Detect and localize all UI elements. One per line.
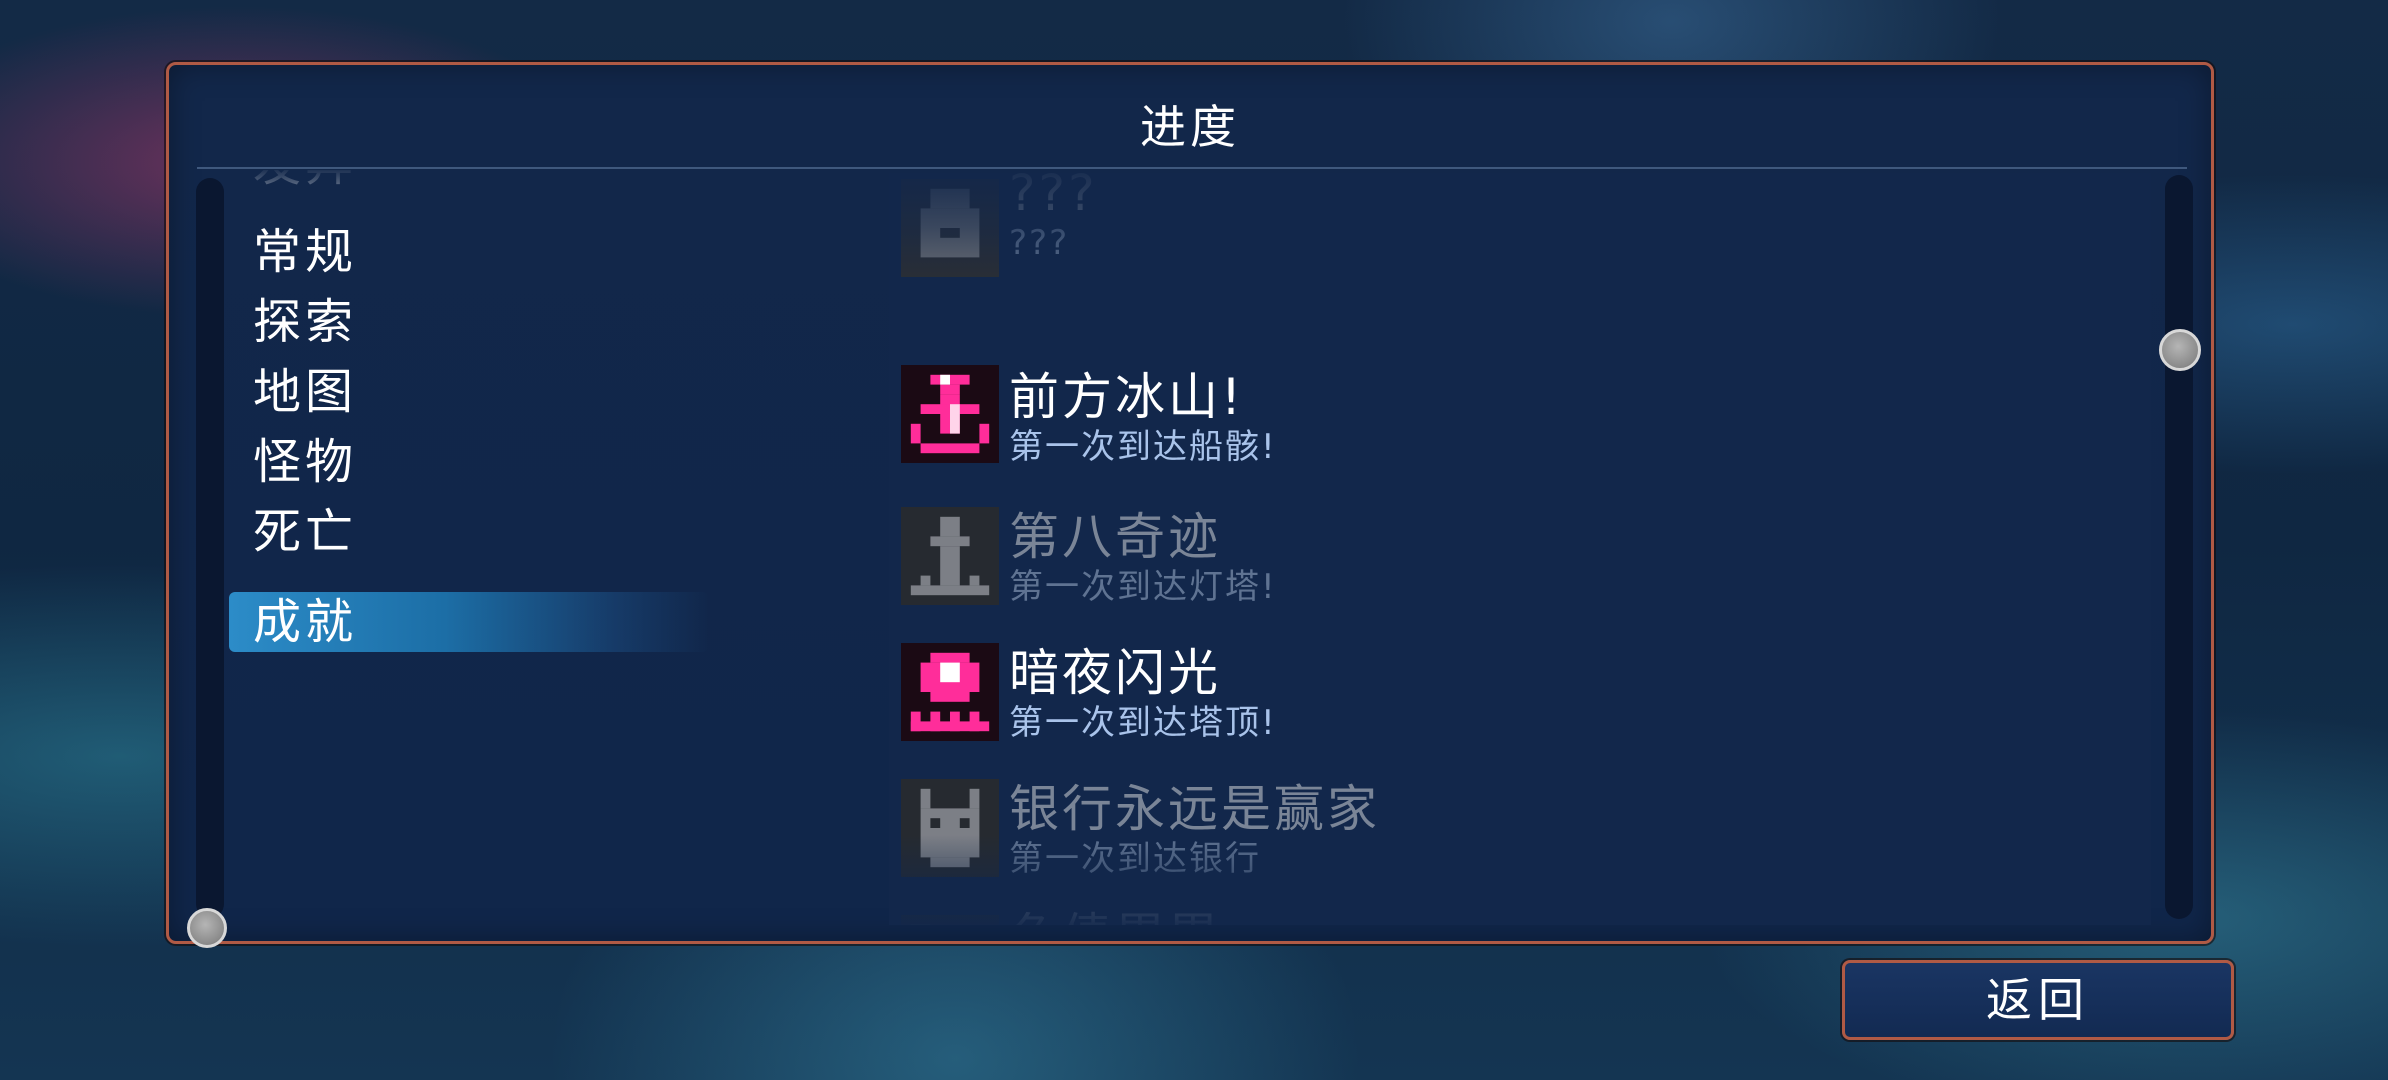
- achievement-title: ???: [1009, 173, 1098, 222]
- achievement-description: 第一次到达灯塔!: [1009, 567, 1277, 607]
- achievement-row[interactable]: 暗夜闪光 第一次到达塔顶!: [889, 643, 2089, 779]
- achievement-title: 负债累累: [1009, 907, 1221, 925]
- achievement-description: 第一次到达船骸!: [1009, 427, 1277, 467]
- locked-chest-icon: [901, 179, 999, 277]
- achievement-title: 暗夜闪光: [1009, 644, 1221, 702]
- achievement-description: ???: [1009, 223, 1070, 263]
- bank-mask-icon: [901, 779, 999, 877]
- category-label: 地图: [253, 364, 358, 420]
- achievement-title: 第八奇迹: [1009, 508, 1221, 566]
- achievement-list: ??? ??? 前方冰山! 第一次到达船骸! 第八奇迹 第一次到达灯塔! 暗夜闪…: [889, 173, 2151, 925]
- category-item-hidden[interactable]: 发异: [229, 170, 709, 194]
- achievement-row[interactable]: ??? ???: [889, 173, 2089, 317]
- back-button[interactable]: 返回: [1842, 960, 2234, 1040]
- category-item-map[interactable]: 地图: [229, 362, 709, 422]
- anchor-icon: [901, 365, 999, 463]
- achievement-scrollbar-track[interactable]: [2165, 175, 2193, 919]
- achievement-title: 前方冰山!: [1009, 368, 1245, 426]
- category-label: 发异: [253, 170, 357, 192]
- achievement-scrollbar-thumb[interactable]: [2159, 329, 2201, 371]
- category-item-explore[interactable]: 探索: [229, 292, 709, 352]
- category-scrollbar-track[interactable]: [196, 178, 224, 918]
- category-label: 常规: [253, 224, 358, 280]
- achievement-description: 第一次到达塔顶!: [1009, 703, 1277, 743]
- category-item-monsters[interactable]: 怪物: [229, 432, 709, 492]
- category-label: 成就: [253, 594, 358, 650]
- category-scrollbar-thumb[interactable]: [187, 908, 227, 948]
- achievement-row[interactable]: 第八奇迹 第一次到达灯塔!: [889, 507, 2089, 643]
- category-list: 发异 常规 探索 地图 怪物 死亡 成就: [229, 170, 929, 920]
- panel-title: 进度: [1140, 100, 1240, 154]
- category-label: 探索: [253, 294, 358, 350]
- category-label: 死亡: [253, 504, 358, 560]
- category-item-achievements[interactable]: 成就: [229, 592, 709, 652]
- category-label: 怪物: [253, 434, 358, 490]
- achievement-description: 第一次到达银行: [1009, 839, 1261, 879]
- category-item-deaths[interactable]: 死亡: [229, 502, 709, 562]
- progress-panel: 进度 发异 常规 探索 地图 怪物 死亡 成就: [166, 62, 2214, 948]
- achievement-row[interactable]: 前方冰山! 第一次到达船骸!: [889, 365, 2089, 507]
- lighthouse-icon: [901, 507, 999, 605]
- achievement-row[interactable]: 银行永远是赢家 第一次到达银行: [889, 779, 2089, 915]
- debt-icon: [901, 915, 999, 925]
- achievement-title: 银行永远是赢家: [1009, 780, 1380, 838]
- glowing-orb-icon: [901, 643, 999, 741]
- achievement-row[interactable]: 负债累累: [889, 908, 2089, 925]
- category-item-general[interactable]: 常规: [229, 222, 709, 282]
- title-divider: [197, 167, 2187, 169]
